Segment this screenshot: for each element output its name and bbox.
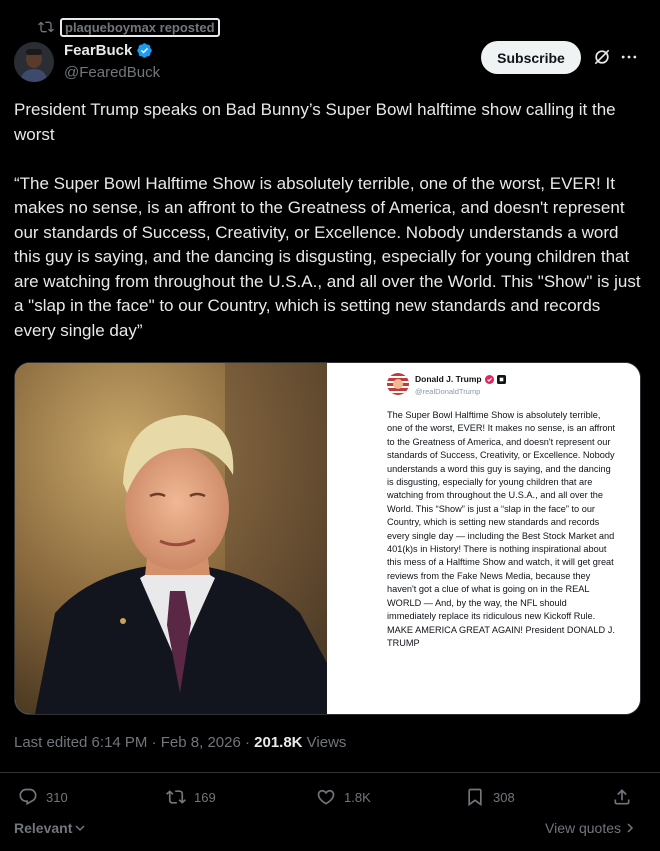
repost-context[interactable]: plaqueboymax reposted	[38, 16, 220, 38]
handle[interactable]: @FearedBuck	[64, 64, 160, 81]
edited-timestamp[interactable]: Last edited 6:14 PM · Feb 8, 2026 ·	[14, 734, 254, 751]
share-icon	[614, 789, 630, 805]
reply-button[interactable]: 310	[18, 786, 68, 808]
avatar[interactable]	[14, 42, 54, 82]
card-name: Donald J. Trump	[415, 374, 482, 384]
badge-icon	[496, 374, 506, 384]
share-button[interactable]	[612, 786, 632, 808]
more-icon[interactable]	[619, 47, 639, 67]
card-text: The Super Bowl Halftime Show is absolute…	[387, 410, 616, 648]
views-label: Views	[302, 734, 347, 751]
sort-dropdown[interactable]: Relevant	[14, 820, 86, 836]
card-handle: @realDonaldTrump	[415, 387, 481, 396]
views-count: 201.8K	[254, 734, 303, 751]
divider	[0, 772, 660, 773]
bookmark-icon	[468, 788, 482, 807]
like-button[interactable]: 1.8K	[316, 786, 371, 808]
view-quotes-label: View quotes	[545, 820, 622, 836]
chevron-right-icon	[627, 823, 634, 833]
reply-icon	[19, 788, 37, 806]
subscribe-button[interactable]: Subscribe	[481, 41, 581, 74]
repost-icon	[166, 790, 186, 804]
like-count: 1.8K	[344, 789, 371, 805]
repost-label[interactable]: plaqueboymax reposted	[60, 17, 220, 37]
repost-icon	[38, 21, 54, 33]
like-icon	[317, 789, 335, 805]
bookmark-count: 308	[493, 789, 515, 805]
card-avatar	[387, 373, 409, 395]
bookmark-button[interactable]: 308	[465, 786, 515, 808]
repost-count: 169	[194, 789, 216, 805]
truth-social-screenshot: Donald J. Trump @realDonaldTrump The Sup…	[327, 363, 640, 714]
portrait-image	[15, 363, 327, 714]
grok-icon[interactable]	[592, 47, 612, 67]
repost-button[interactable]: 169	[166, 786, 216, 808]
photo[interactable]	[15, 363, 327, 714]
verified-badge-icon	[484, 374, 494, 384]
verified-badge-icon	[137, 43, 153, 58]
sort-label: Relevant	[14, 820, 73, 836]
reply-count: 310	[46, 789, 68, 805]
display-name[interactable]: FearBuck	[64, 42, 132, 59]
post-meta: Last edited 6:14 PM · Feb 8, 2026 · 201.…	[14, 734, 346, 751]
avatar-image	[14, 42, 54, 82]
media-attachment[interactable]: Donald J. Trump @realDonaldTrump The Sup…	[14, 362, 641, 715]
view-quotes-link[interactable]: View quotes	[545, 820, 635, 836]
chevron-down-icon	[75, 825, 85, 832]
tweet-text: President Trump speaks on Bad Bunny’s Su…	[14, 100, 641, 340]
